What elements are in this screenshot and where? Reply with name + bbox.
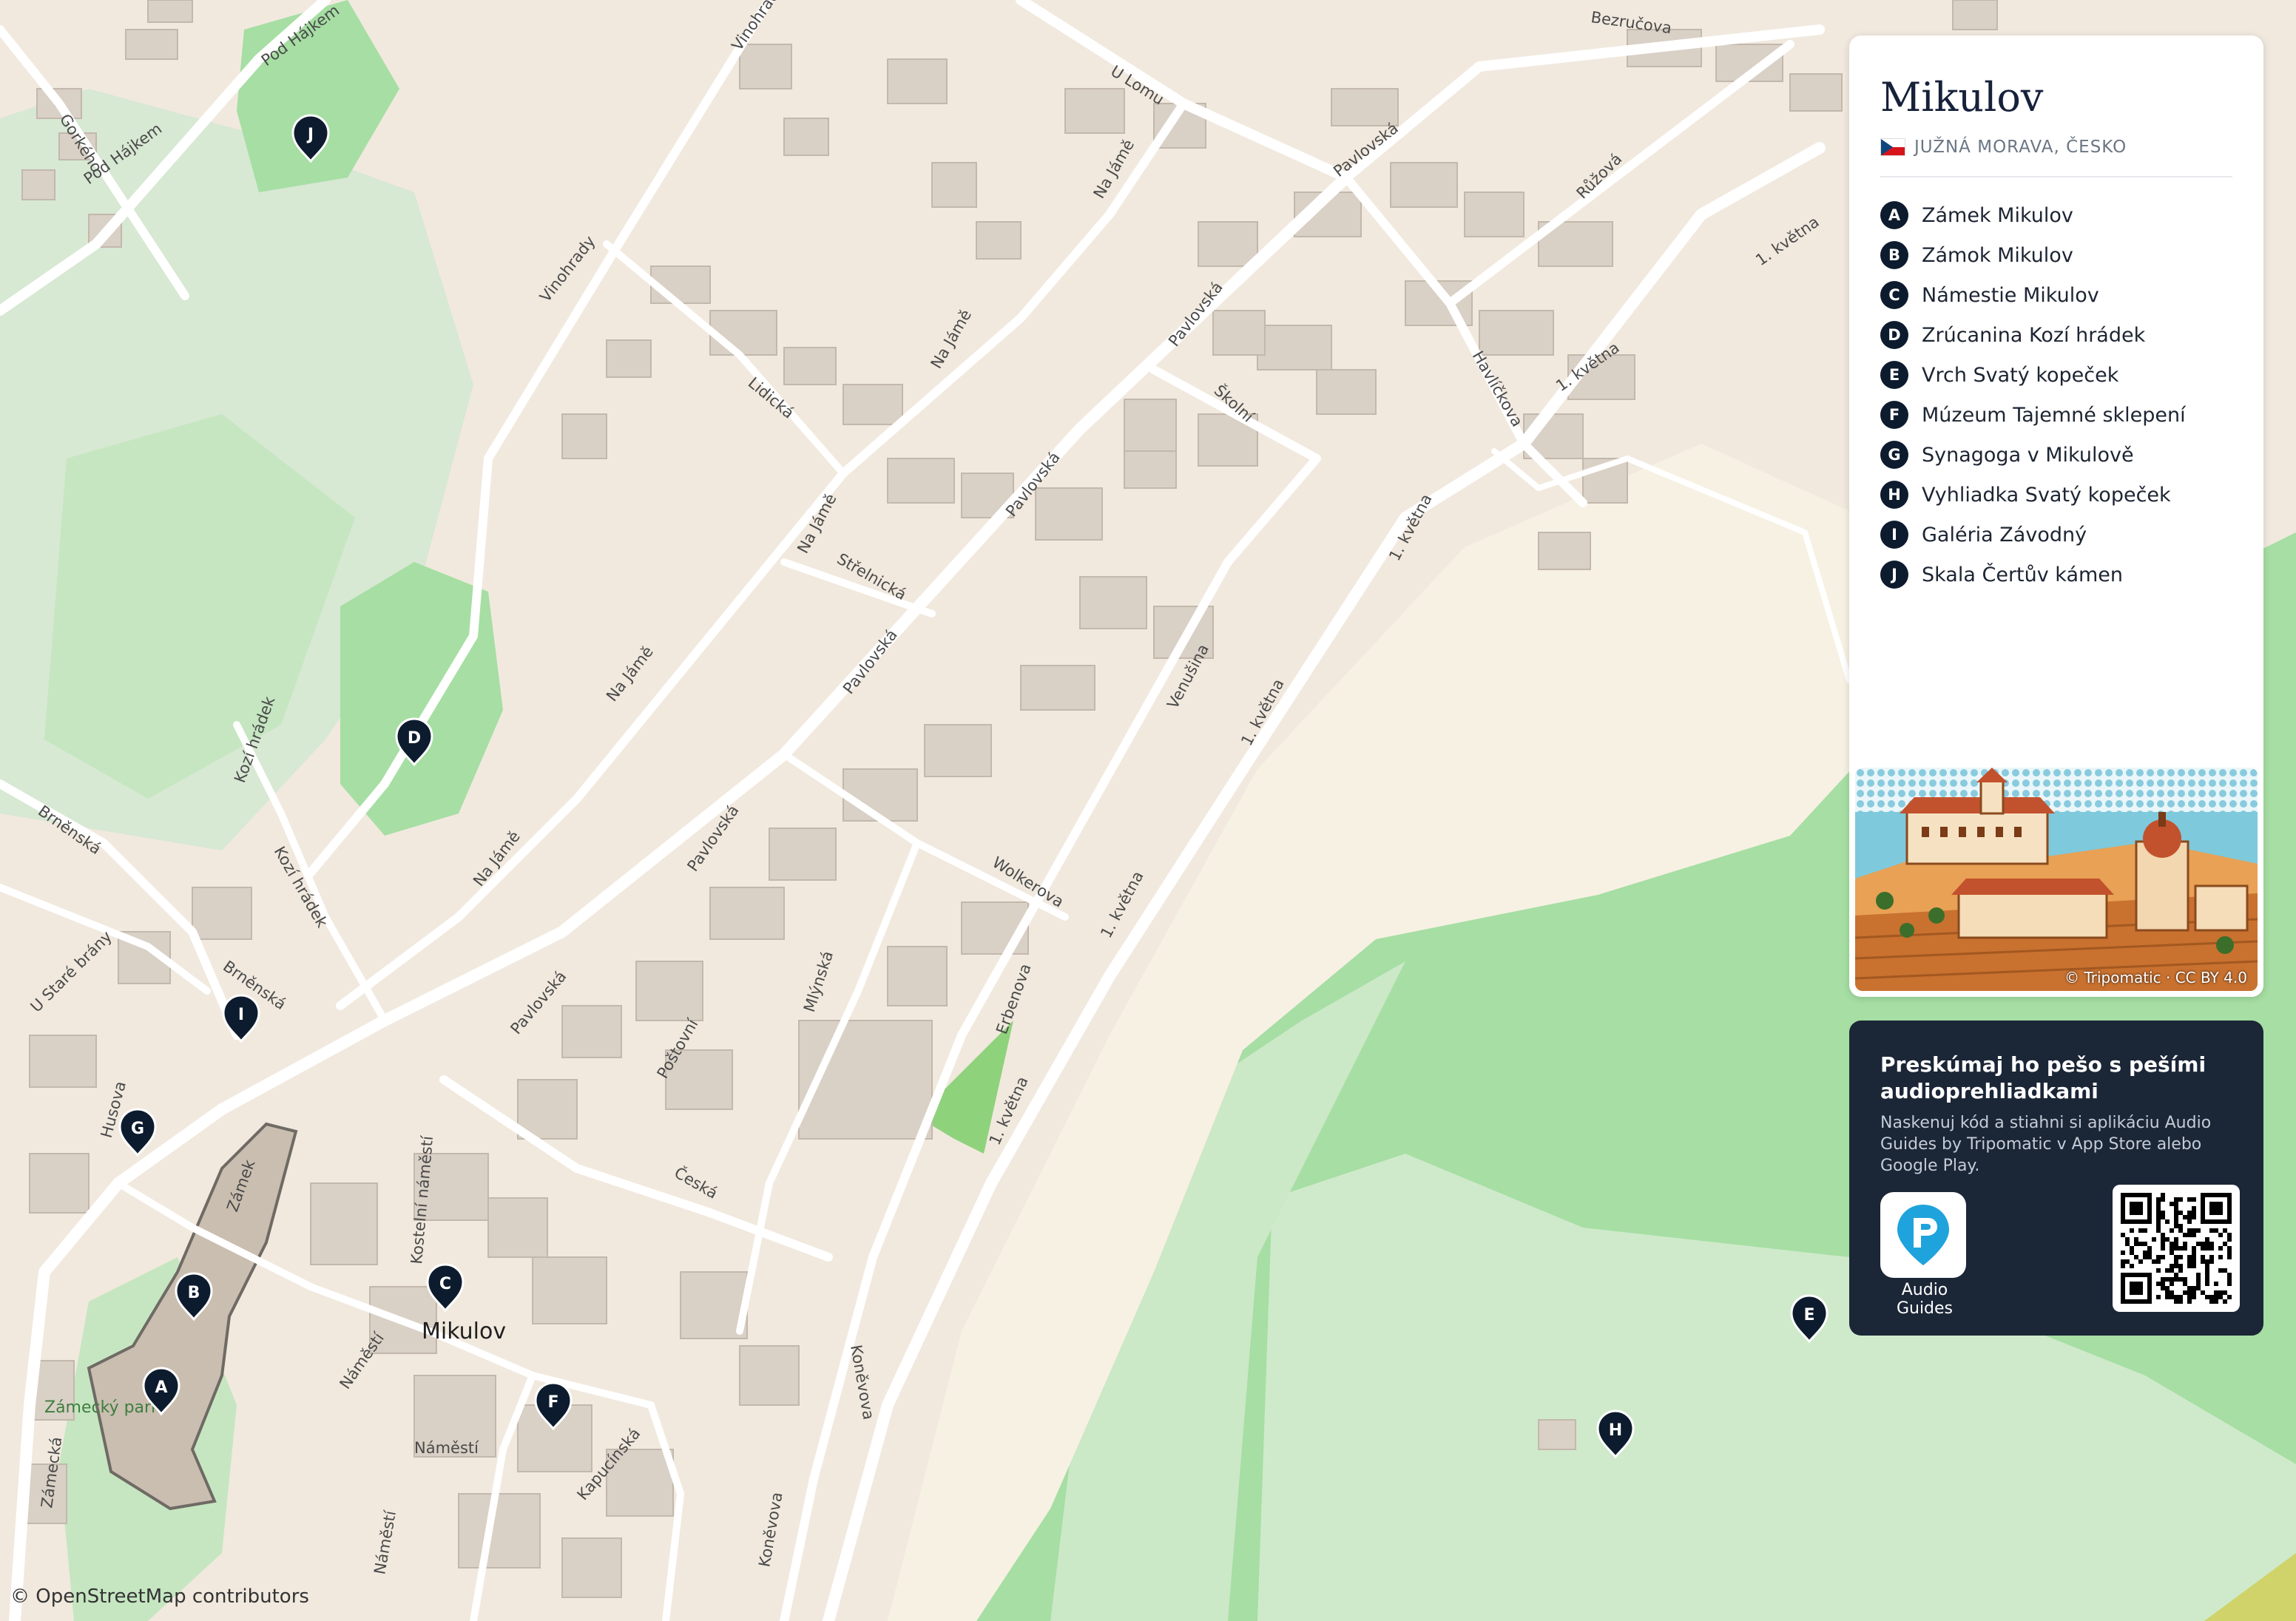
marker-letter: J [1880,561,1908,589]
page-title: Mikulov [1880,74,2044,121]
promo-heading: Preskúmaj ho pešo s pešími audioprehliad… [1880,1052,2206,1103]
list-item[interactable]: C Námestie Mikulov [1880,275,2186,315]
poi-name: Zámek Mikulov [1922,203,2073,227]
poi-name: Vyhliadka Svatý kopeček [1922,483,2171,507]
poi-name: Vrch Svatý kopeček [1922,363,2119,387]
poi-name: Skala Čertův kámen [1922,563,2124,586]
list-item[interactable]: F Múzeum Tajemné sklepení [1880,395,2186,435]
marker-letter: G [1880,441,1908,469]
marker-letter: J [306,126,314,144]
audio-guide-promo: Preskúmaj ho pešo s pešími audioprehliad… [1849,1021,2263,1336]
poi-list: A Zámek Mikulov B Zámok Mikulov C Námestie … [1880,195,2186,595]
street-label: Náměstí [414,1439,479,1457]
list-item[interactable]: I Galéria Závodný [1880,515,2186,555]
app-label: Audio Guides [1896,1281,1954,1318]
region-label: JUŽNÁ MORAVA, ČESKO [1880,138,2127,157]
list-item[interactable]: A Zámek Mikulov [1880,195,2186,235]
map-attribution[interactable]: © OpenStreetMap contributors [10,1586,309,1608]
poi-name: Múzeum Tajemné sklepení [1922,403,2186,427]
qr-code[interactable] [2113,1185,2240,1312]
region-text: JUŽNÁ MORAVA, ČESKO [1914,138,2127,157]
poi-name: Námestie Mikulov [1922,283,2099,307]
marker-letter: F [547,1393,558,1412]
marker-letter: D [408,729,421,748]
marker-letter: G [131,1120,144,1138]
marker-letter: I [238,1006,244,1024]
marker-letter: H [1609,1421,1622,1440]
info-panel: Mikulov JUŽNÁ MORAVA, ČESKO A Zámek Mikul… [1849,35,2263,997]
poi-name: Zrúcanina Kozí hrádek [1922,323,2146,347]
marker-letter: E [1803,1306,1814,1324]
marker-letter: A [1880,201,1908,229]
marker-letter: C [439,1275,451,1293]
poi-name: Synagoga v Mikulově [1922,443,2134,467]
list-item[interactable]: B Zámok Mikulov [1880,235,2186,275]
list-item[interactable]: G Synagoga v Mikulově [1880,435,2186,475]
marker-letter: F [1880,401,1908,429]
czech-flag-icon [1880,138,1905,156]
park-label: Zámecký park [44,1398,161,1417]
place-label: Mikulov [422,1319,506,1344]
marker-letter: H [1880,481,1908,509]
poi-name: Galéria Závodný [1922,523,2087,546]
marker-letter: E [1880,361,1908,389]
list-item[interactable]: J Skala Čertův kámen [1880,555,2186,595]
image-credit: © Tripomatic · CC BY 4.0 [2064,969,2247,987]
audio-guides-app-icon[interactable] [1880,1192,1966,1278]
list-item[interactable]: H Vyhliadka Svatý kopeček [1880,475,2186,515]
list-item[interactable]: D Zrúcanina Kozí hrádek [1880,315,2186,355]
marker-letter: C [1880,281,1908,309]
poi-name: Zámok Mikulov [1922,243,2073,267]
marker-letter: D [1880,321,1908,349]
divider [1880,176,2232,177]
marker-letter: A [155,1378,167,1397]
promo-body: Naskenuj kód a stiahni si aplikáciu Audi… [1880,1114,2212,1175]
marker-letter: I [1880,521,1908,549]
city-illustration: © Tripomatic · CC BY 4.0 [1855,768,2258,991]
list-item[interactable]: E Vrch Svatý kopeček [1880,355,2186,395]
marker-letter: B [1880,241,1908,269]
marker-letter: B [188,1284,200,1302]
